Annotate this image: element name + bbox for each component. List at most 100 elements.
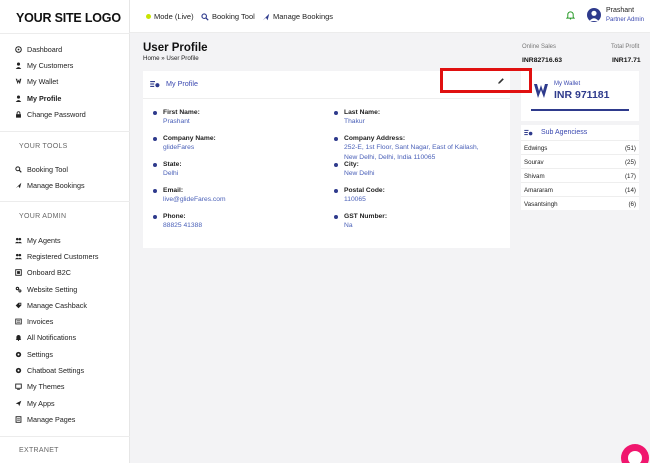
field-label: Last Name: [334,109,380,116]
lock-icon [14,110,22,118]
mode-toggle[interactable]: Mode (Live) [146,12,194,21]
topbar-booking-tool[interactable]: Booking Tool [201,12,255,21]
chat-widget-button[interactable] [621,444,649,463]
sidebar-item-label: My Agents [27,235,61,245]
agency-count: (6) [628,201,636,208]
field-value: 88825 41388 [163,222,203,229]
sidebar-item-my-themes[interactable]: My Themes [14,379,99,395]
sidebar-item-my-customers[interactable]: My Customers [14,57,86,73]
sidebar-item-my-apps[interactable]: My Apps [14,395,99,411]
topbar-manage-bookings[interactable]: Manage Bookings [262,12,333,21]
sidebar-tools-nav: Booking Tool Manage Bookings [14,161,85,194]
wallet-icon [14,78,22,86]
sidebar-item-change-password[interactable]: Change Password [14,106,86,122]
divider [0,201,130,202]
sidebar-item-label: Settings [27,349,53,359]
sidebar-item-all-notifications[interactable]: All Notifications [14,330,99,346]
sidebar-item-invoices[interactable]: Invoices [14,313,99,329]
agency-name: Shivam [524,173,545,180]
wallet-card[interactable]: My Wallet INR 971181 [521,71,639,121]
field-postal-code: Postal Code: 110065 [334,187,385,205]
field-value: New Delhi [344,170,375,177]
list-item[interactable]: Edwings (51) [521,140,639,154]
sidebar-item-label: Booking Tool [27,164,69,174]
user-icon [589,10,599,21]
notification-bell-icon[interactable] [566,10,575,20]
gear-icon [14,350,22,358]
field-last-name: Last Name: Thakur [334,109,380,127]
sidebar-item-booking-tool[interactable]: Booking Tool [14,161,85,177]
wallet-label: My Wallet [554,81,581,87]
sidebar-item-label: Dashboard [27,44,63,54]
profile-card: My Profile First Name: Prashant Last Nam… [143,71,510,248]
highlight-box [440,68,532,93]
sidebar-item-my-agents[interactable]: My Agents [14,232,99,248]
booking-tool-label: Booking Tool [212,12,255,21]
sidebar-item-chatboat-settings[interactable]: Chatboat Settings [14,362,99,378]
sidebar-item-website-setting[interactable]: Website Setting [14,281,99,297]
users-icon [14,252,22,260]
field-city: City: New Delhi [334,161,374,179]
sidebar-item-manage-pages[interactable]: Manage Pages [14,411,99,427]
sub-agencies-title: Sub Agenciess [541,129,588,136]
invoice-icon [14,318,22,326]
site-logo[interactable]: YOUR SITE LOGO [16,11,121,25]
sidebar-item-label: Onboard B2C [27,268,71,278]
avatar[interactable] [587,8,601,22]
user-icon [14,61,22,69]
sidebar: YOUR SITE LOGO Dashboard My Customers My… [0,0,130,463]
total-profit-value: INR17.71 [612,57,641,64]
field-value: 110065 [344,196,366,203]
sidebar-item-my-profile[interactable]: My Profile [14,90,86,106]
agency-name: Vasantsingh [524,201,558,208]
sidebar-item-dashboard[interactable]: Dashboard [14,41,86,57]
send-icon [14,399,22,407]
divider [143,98,510,99]
list-item[interactable]: Shivam (17) [521,168,639,182]
list-icon [524,129,533,136]
sidebar-item-manage-bookings[interactable]: Manage Bookings [14,177,85,193]
field-company-address: Company Address: 252-E, 1st Floor, Sant … [334,135,479,162]
agency-count: (14) [624,187,636,194]
sidebar-item-label: My Themes [27,382,65,392]
field-state: State: Delhi [153,161,182,179]
user-name[interactable]: Prashant [606,7,634,14]
list-item[interactable]: Vasantsingh (6) [521,196,639,210]
search-icon [201,12,209,21]
field-value: Thakur [344,118,365,125]
pages-icon [14,415,22,423]
search-icon [14,165,22,173]
sidebar-item-label: Website Setting [27,284,78,294]
field-value: Delhi [163,170,179,177]
field-value-line1: 252-E, 1st Floor, Sant Nagar, East of Ka… [344,144,479,151]
sidebar-item-manage-cashback[interactable]: Manage Cashback [14,297,99,313]
sidebar-item-onboard-b2c[interactable]: Onboard B2C [14,265,99,281]
breadcrumb[interactable]: Home » User Profile [143,55,199,62]
field-value: live@glideFares.com [163,196,226,203]
list-item[interactable]: Amararam (14) [521,182,639,196]
sidebar-item-label: My Profile [27,93,62,103]
sidebar-item-settings[interactable]: Settings [14,346,99,362]
field-phone: Phone: 88825 41388 [153,213,202,231]
field-label: Company Address: [334,135,479,142]
sidebar-item-registered-customers[interactable]: Registered Customers [14,248,99,264]
section-title-admin: YOUR ADMIN [19,213,67,220]
profile-list-icon [150,80,160,87]
user-role: Partner Admin [606,17,645,23]
sidebar-item-my-wallet[interactable]: My Wallet [14,74,86,90]
theme-icon [14,383,22,391]
sidebar-item-label: Manage Pages [27,414,76,424]
field-label: State: [153,161,182,168]
plane-icon [14,181,22,189]
divider [0,33,130,34]
field-company-name: Company Name: glideFares [153,135,216,153]
sidebar-item-label: Change Password [27,109,86,119]
live-dot-icon [146,14,151,19]
wallet-amount: INR 971181 [554,89,610,101]
field-label: GST Number: [334,213,387,220]
section-title-tools: YOUR TOOLS [19,143,68,150]
sidebar-item-label: Manage Cashback [27,300,87,310]
divider [0,436,130,437]
list-item[interactable]: Sourav (25) [521,154,639,168]
sidebar-item-label: My Customers [27,60,74,70]
